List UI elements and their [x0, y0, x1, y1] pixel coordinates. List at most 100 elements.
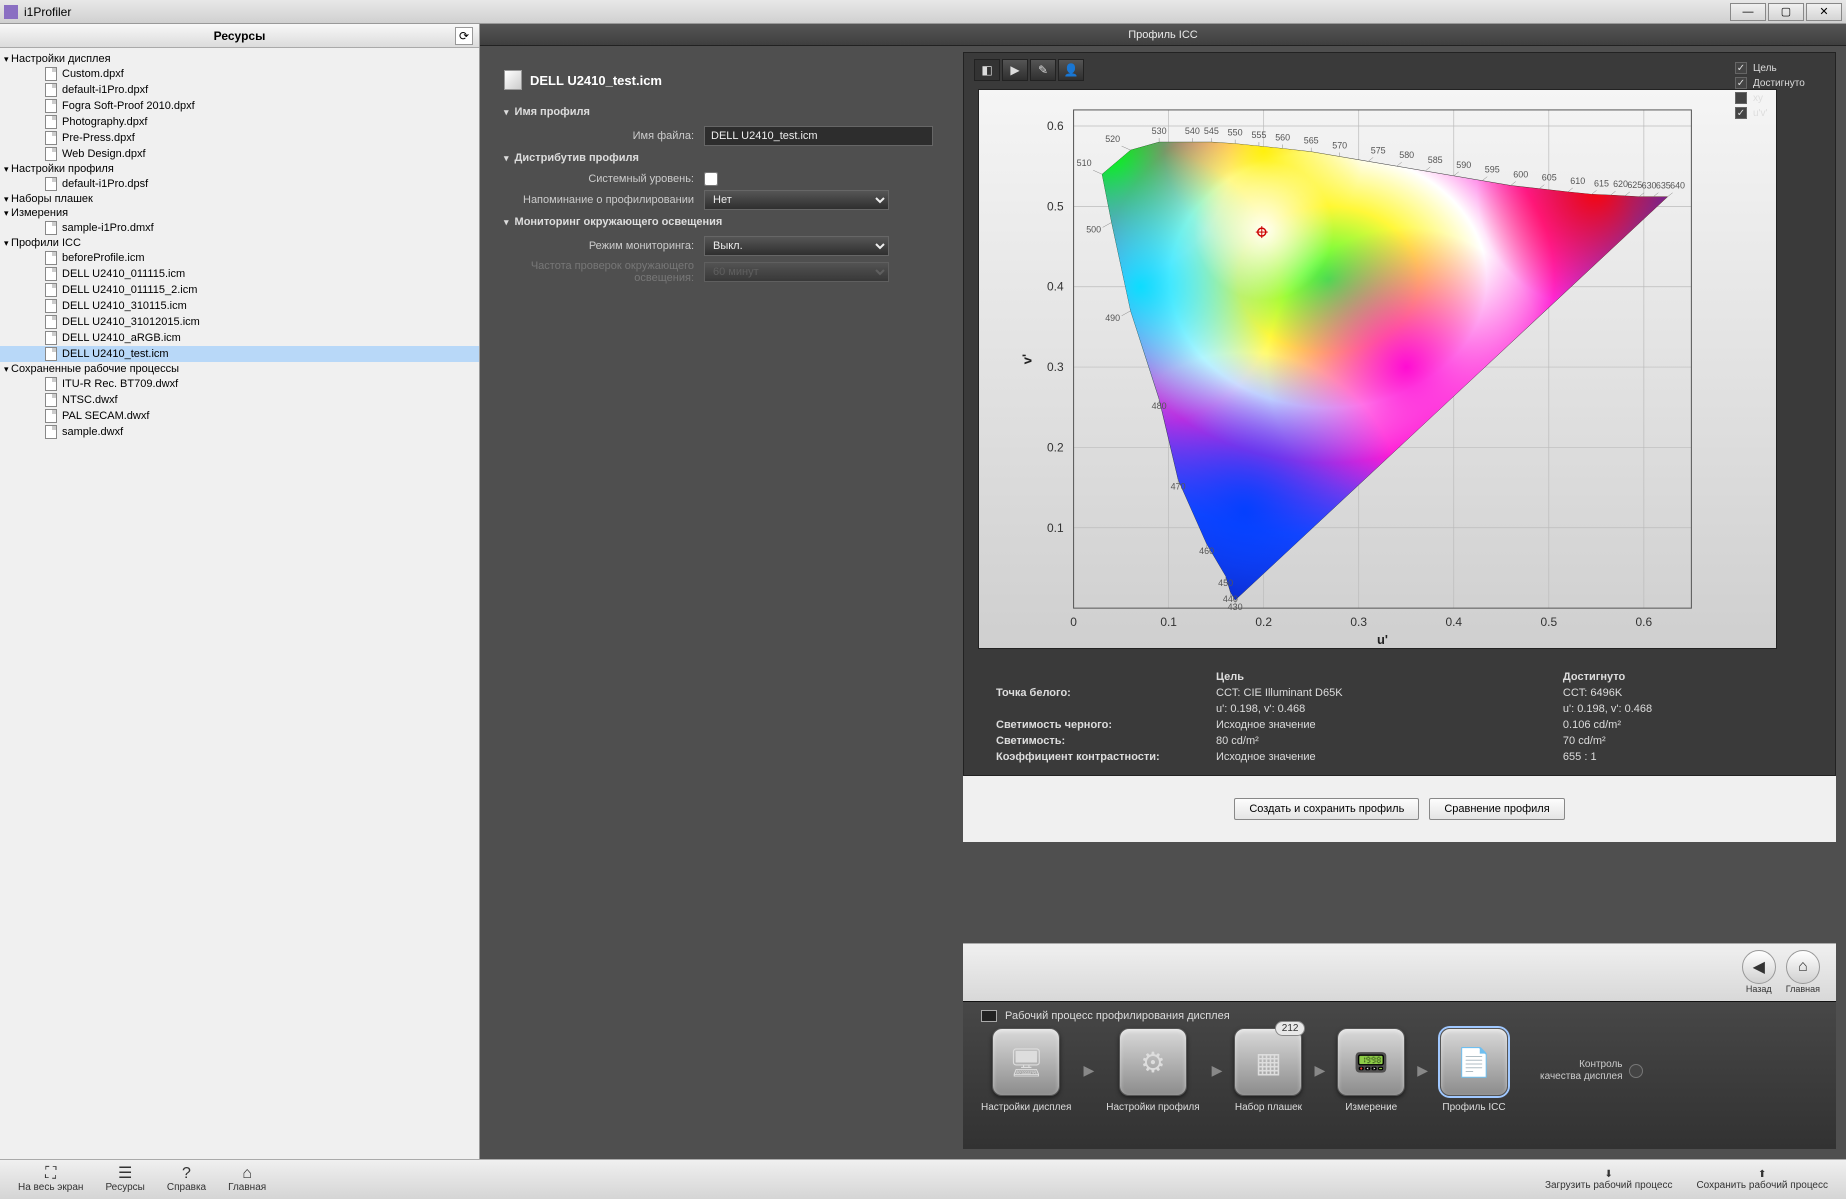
viz-panel: ◧ ▶ ✎ 👤 ✓Цель✓Достигнутоxy✓u'v' 00.10.20…: [957, 46, 1846, 1159]
nav-strip: ◀Назад ⌂Главная: [963, 943, 1836, 1001]
workflow-step[interactable]: 📟 Измерение: [1337, 1028, 1405, 1113]
tree-section[interactable]: Измерения: [0, 206, 479, 220]
svg-text:605: 605: [1542, 173, 1557, 183]
file-icon: [44, 299, 58, 313]
workflow-title: Рабочий процесс профилирования дисплея: [1005, 1010, 1230, 1022]
bottombar-item[interactable]: ?Справка: [167, 1166, 206, 1193]
workflow-step[interactable]: 🖥Настройки дисплея: [981, 1028, 1071, 1113]
workflow-tile-icon: 📄: [1440, 1028, 1508, 1096]
tree-item[interactable]: sample-i1Pro.dmxf: [0, 220, 479, 236]
file-icon: [44, 425, 58, 439]
tree-item[interactable]: default-i1Pro.dpsf: [0, 176, 479, 192]
tree-item[interactable]: Custom.dpxf: [0, 66, 479, 82]
viz-tool-measure-icon[interactable]: ✎: [1030, 59, 1056, 81]
tree-item[interactable]: DELL U2410_011115_2.icm: [0, 282, 479, 298]
svg-text:610: 610: [1570, 176, 1585, 186]
table-row: Светимость:80 cd/m²70 cd/m²: [988, 733, 1811, 749]
svg-text:0.2: 0.2: [1255, 615, 1272, 629]
tree-section[interactable]: Профили ICC: [0, 236, 479, 250]
monitor-icon: [981, 1010, 997, 1022]
svg-text:600: 600: [1513, 169, 1528, 179]
tree-item[interactable]: DELL U2410_aRGB.icm: [0, 330, 479, 346]
chevron-right-icon: ▶: [1417, 1062, 1428, 1079]
bottombar-icon: ?: [182, 1166, 191, 1182]
bottombar-item[interactable]: ⛶На весь экран: [18, 1166, 83, 1193]
section-profile-name[interactable]: Имя профиля: [504, 106, 933, 118]
workflow-step-label: Настройки дисплея: [981, 1102, 1071, 1113]
tree-item[interactable]: DELL U2410_011115.icm: [0, 266, 479, 282]
viz-tool-play-icon[interactable]: ▶: [1002, 59, 1028, 81]
sidebar-title: Ресурсы: [214, 29, 266, 43]
viz-option[interactable]: ✓Цель: [1735, 62, 1825, 74]
svg-text:625: 625: [1627, 180, 1642, 190]
tree-item[interactable]: DELL U2410_test.icm: [0, 346, 479, 362]
svg-text:0.3: 0.3: [1350, 615, 1367, 629]
tree-item[interactable]: NTSC.dwxf: [0, 392, 479, 408]
tree-section[interactable]: Настройки профиля: [0, 162, 479, 176]
tree-item[interactable]: Pre-Press.dpxf: [0, 130, 479, 146]
chevron-right-icon: ▶: [1083, 1062, 1094, 1079]
svg-text:0.2: 0.2: [1047, 440, 1064, 454]
chevron-right-icon: ▶: [1212, 1062, 1223, 1079]
nav-back-button[interactable]: ◀Назад: [1742, 950, 1776, 994]
tree-section[interactable]: Наборы плашек: [0, 192, 479, 206]
workflow-step[interactable]: 📄Профиль ICC: [1440, 1028, 1508, 1113]
freq-select: 60 минут: [704, 262, 889, 282]
svg-text:0.1: 0.1: [1160, 615, 1177, 629]
viz-tool-gamut-icon[interactable]: ◧: [974, 59, 1000, 81]
tree-item[interactable]: Photography.dpxf: [0, 114, 479, 130]
bottombar-icon: ⌂: [242, 1166, 252, 1182]
viz-option[interactable]: ✓u'v': [1735, 107, 1825, 119]
tree-item[interactable]: Fogra Soft-Proof 2010.dpxf: [0, 98, 479, 114]
nav-home-button[interactable]: ⌂Главная: [1786, 950, 1820, 994]
bottombar-item[interactable]: ⬆Сохранить рабочий процесс: [1696, 1169, 1828, 1191]
table-row: u': 0.198, v': 0.468u': 0.198, v': 0.468: [988, 701, 1811, 717]
minimize-button[interactable]: —: [1730, 3, 1766, 21]
qa-circle-icon: [1629, 1064, 1643, 1078]
section-distribution[interactable]: Дистрибутив профиля: [504, 152, 933, 164]
chart-svg: 00.10.20.30.40.50.60.10.20.30.40.50.6u'v…: [979, 90, 1776, 648]
maximize-button[interactable]: ▢: [1768, 3, 1804, 21]
workflow-step-label: Измерение: [1345, 1102, 1397, 1113]
tree-item[interactable]: Web Design.dpxf: [0, 146, 479, 162]
close-button[interactable]: ✕: [1806, 3, 1842, 21]
bottombar-icon: ⛶: [45, 1166, 56, 1182]
svg-text:0.6: 0.6: [1636, 615, 1653, 629]
section-monitoring[interactable]: Мониторинг окружающего освещения: [504, 216, 933, 228]
bottombar: ⛶На весь экран ☰Ресурсы ?Справка ⌂Главная ⬇…: [0, 1159, 1846, 1199]
bottombar-item[interactable]: ☰Ресурсы: [105, 1166, 144, 1193]
reminder-select[interactable]: Нет: [704, 190, 889, 210]
tree-item[interactable]: ITU-R Rec. BT709.dwxf: [0, 376, 479, 392]
tree-section[interactable]: Сохраненные рабочие процессы: [0, 362, 479, 376]
tree-section[interactable]: Настройки дисплея: [0, 52, 479, 66]
mode-select[interactable]: Выкл.: [704, 236, 889, 256]
tree-item[interactable]: sample.dwxf: [0, 424, 479, 440]
viz-option[interactable]: ✓Достигнуто: [1735, 77, 1825, 89]
file-icon: [44, 83, 58, 97]
compare-profile-button[interactable]: Сравнение профиля: [1429, 798, 1564, 820]
save-profile-button[interactable]: Создать и сохранить профиль: [1234, 798, 1419, 820]
workflow-step[interactable]: ▦212Набор плашек: [1234, 1028, 1302, 1113]
workflow-tile-icon: 📟: [1337, 1028, 1405, 1096]
table-row: Светимость черного:Исходное значение0.10…: [988, 717, 1811, 733]
bottombar-item[interactable]: ⬇Загрузить рабочий процесс: [1545, 1169, 1673, 1191]
viz-option[interactable]: xy: [1735, 92, 1825, 104]
tree-item[interactable]: PAL SECAM.dwxf: [0, 408, 479, 424]
workflow-extra[interactable]: Контролькачества дисплея: [1540, 1059, 1642, 1083]
resource-tree[interactable]: Настройки дисплеяCustom.dpxfdefault-i1Pr…: [0, 48, 479, 1159]
svg-text:585: 585: [1428, 155, 1443, 165]
system-level-checkbox[interactable]: [704, 172, 718, 186]
svg-text:v': v': [1020, 354, 1035, 364]
bottombar-item[interactable]: ⌂Главная: [228, 1166, 266, 1193]
svg-text:0.3: 0.3: [1047, 360, 1064, 374]
viz-tool-person-icon[interactable]: 👤: [1058, 59, 1084, 81]
tree-item[interactable]: DELL U2410_31012015.icm: [0, 314, 479, 330]
workflow-step-label: Настройки профиля: [1106, 1102, 1199, 1113]
tree-item[interactable]: beforeProfile.icm: [0, 250, 479, 266]
tree-item[interactable]: default-i1Pro.dpxf: [0, 82, 479, 98]
refresh-button[interactable]: ⟳: [455, 27, 473, 45]
tree-item[interactable]: DELL U2410_310115.icm: [0, 298, 479, 314]
svg-text:520: 520: [1105, 134, 1120, 144]
file-name-input[interactable]: [704, 126, 933, 146]
workflow-step[interactable]: ⚙Настройки профиля: [1106, 1028, 1199, 1113]
